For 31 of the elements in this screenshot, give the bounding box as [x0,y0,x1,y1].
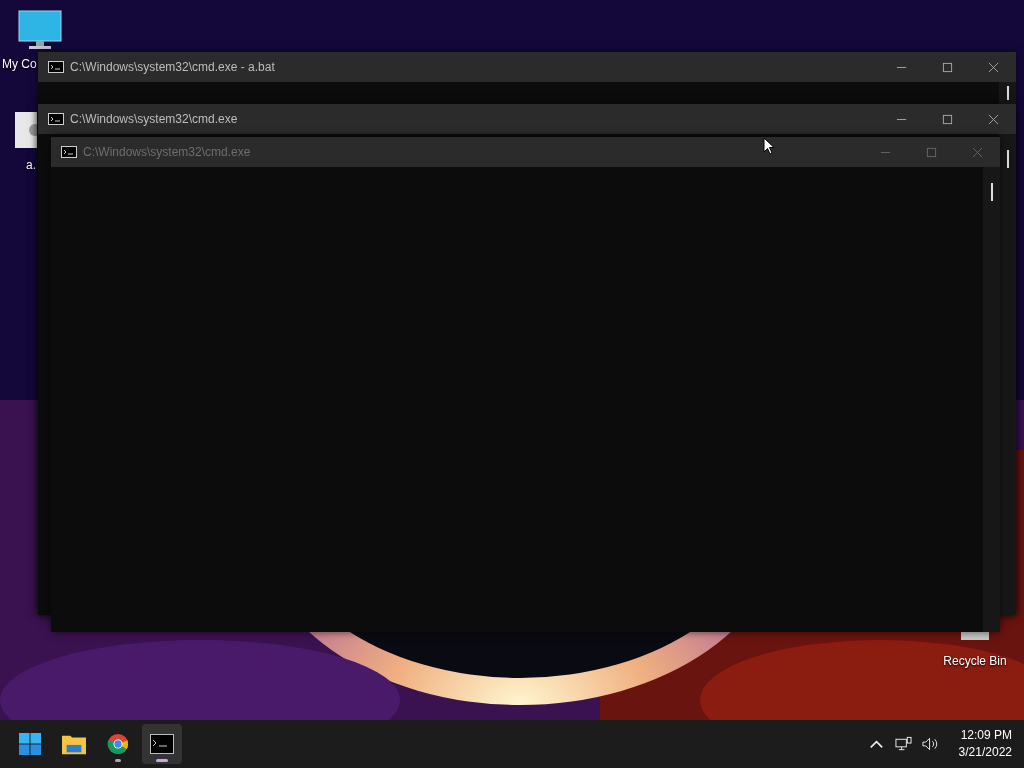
browser-icon [106,733,130,755]
scrollbar-thumb[interactable] [991,183,993,201]
console-icon [61,146,77,158]
window-title: C:\Windows\system32\cmd.exe [83,145,251,159]
close-icon [971,146,983,158]
maximize-icon [925,146,937,158]
network-icon[interactable] [894,736,912,752]
file-icon[interactable] [15,112,37,148]
window-title: C:\Windows\system32\cmd.exe [70,112,238,126]
maximize-icon [941,61,953,73]
console-icon [48,61,64,73]
scrollbar-thumb[interactable] [1007,150,1009,168]
clock-date: 3/21/2022 [958,744,1012,761]
taskbar-app-button[interactable] [142,724,182,764]
console-icon [48,113,64,125]
window-title: C:\Windows\system32\cmd.exe - a.bat [70,60,275,74]
speaker-icon[interactable] [921,736,939,752]
close-icon [987,113,999,125]
console-icon [150,733,174,755]
monitor-icon[interactable] [18,10,62,50]
maximize-icon [941,113,953,125]
clock-time: 12:09 PM [960,727,1012,744]
windows-logo-icon [18,733,42,755]
icon-label[interactable]: Recycle Bin [943,654,1007,668]
cursor-icon [763,137,775,155]
icon-label[interactable]: My Co [2,57,37,71]
clock[interactable]: 12:09 PM 3/21/2022 [958,727,1012,761]
scrollbar-thumb[interactable] [1007,86,1009,100]
close-icon [987,61,999,73]
icon-label[interactable]: a. [26,158,36,172]
folder-icon [62,733,86,755]
